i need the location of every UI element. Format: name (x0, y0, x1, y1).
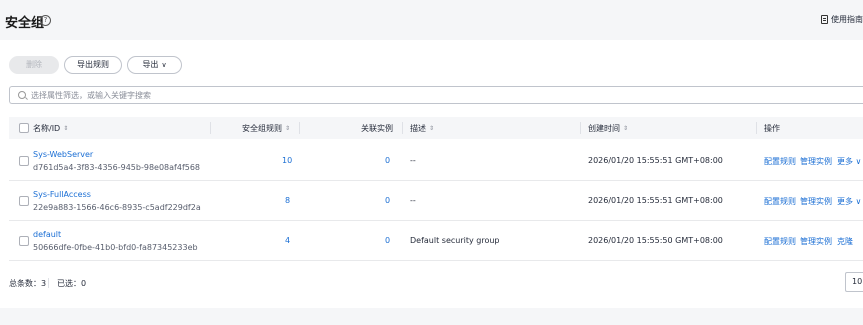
configure-rules-link[interactable]: 配置规则 (764, 236, 796, 247)
manage-instances-link[interactable]: 管理实例 (800, 236, 832, 247)
column-description-label: 描述 (410, 124, 426, 133)
column-created-label: 创建时间 (588, 124, 620, 133)
select-all-checkbox[interactable] (19, 123, 29, 133)
footer-divider (48, 278, 49, 288)
column-instances-label: 关联实例 (361, 124, 393, 133)
security-group-panel: 删除 导出规则 导出 ∨ 选择属性筛选，或输入关键字搜索 名称/ID ⇕ 安全组规则… (0, 40, 863, 308)
description-text: -- (410, 196, 416, 205)
instances-count-link[interactable]: 0 (385, 236, 390, 245)
created-time: 2026/01/20 15:55:50 GMT+08:00 (588, 236, 723, 245)
column-name-label: 名称/ID (33, 124, 61, 133)
column-header-instances: 关联实例 (361, 123, 393, 134)
security-group-id: d761d5a4-3f83-4356-945b-98e08af4f568 (33, 163, 201, 172)
column-header-created[interactable]: 创建时间 ⇕ (588, 123, 628, 134)
total-count: 总条数：3 (9, 279, 47, 288)
sort-icon[interactable]: ⇕ (285, 125, 290, 131)
manage-instances-link[interactable]: 管理实例 (800, 156, 832, 167)
security-group-name-link[interactable]: Sys-FullAccess (33, 190, 91, 199)
security-group-id: 22e9a883-1566-46c6-8935-c5adf229df2a (33, 203, 201, 212)
column-header-description[interactable]: 描述 ⇕ (410, 123, 434, 134)
created-time: 2026/01/20 15:55:51 GMT+08:00 (588, 156, 723, 165)
more-actions-dropdown[interactable]: 更多 ∨ (837, 196, 861, 207)
page-title: 安全组 (5, 16, 45, 31)
sort-icon[interactable]: ⇕ (429, 125, 434, 131)
rules-count-link[interactable]: 8 (285, 196, 290, 205)
more-actions-dropdown[interactable]: 更多 ∨ (837, 156, 861, 167)
document-icon (821, 15, 828, 24)
column-divider (402, 122, 403, 134)
row-checkbox[interactable] (19, 236, 29, 246)
clone-link[interactable]: 克隆 (837, 236, 853, 247)
selected-count: 已选：0 (57, 279, 87, 288)
question-circle-icon[interactable]: ? (40, 15, 51, 26)
row-checkbox[interactable] (19, 156, 29, 166)
column-header-name[interactable]: 名称/ID ⇕ (33, 123, 68, 134)
export-label: 导出 (142, 60, 159, 69)
rules-count-link[interactable]: 10 (282, 156, 292, 165)
export-rules-button[interactable]: 导出规则 (64, 56, 122, 74)
configure-rules-link[interactable]: 配置规则 (764, 156, 796, 167)
table-row: Sys-WebServer d761d5a4-3f83-4356-945b-98… (9, 141, 863, 181)
rules-count-link[interactable]: 4 (285, 236, 290, 245)
sort-icon[interactable]: ⇕ (63, 125, 68, 131)
configure-rules-link[interactable]: 配置规则 (764, 196, 796, 207)
row-checkbox[interactable] (19, 196, 29, 206)
table-row: default 50666dfe-0fbe-41b0-bfd0-fa873452… (9, 221, 863, 261)
created-time: 2026/01/20 15:55:51 GMT+08:00 (588, 196, 723, 205)
column-rules-label: 安全组规则 (242, 124, 282, 133)
search-icon (18, 91, 26, 99)
column-divider (299, 122, 300, 134)
column-divider (210, 122, 211, 134)
export-dropdown-button[interactable]: 导出 ∨ (127, 56, 182, 74)
page-header: 安全组 ? 使用指南 (0, 0, 863, 40)
security-group-name-link[interactable]: Sys-WebServer (33, 150, 93, 159)
table-header: 名称/ID ⇕ 安全组规则 ⇕ 关联实例 描述 ⇕ 创建时间 ⇕ 操作 (9, 117, 863, 139)
column-header-rules[interactable]: 安全组规则 ⇕ (242, 123, 290, 134)
page-size-select[interactable]: 10 (845, 272, 863, 292)
search-placeholder: 选择属性筛选，或输入关键字搜索 (31, 91, 151, 100)
table-row: Sys-FullAccess 22e9a883-1566-46c6-8935-c… (9, 181, 863, 221)
security-group-id: 50666dfe-0fbe-41b0-bfd0-fa87345233eb (33, 243, 198, 252)
delete-button[interactable]: 删除 (9, 56, 59, 74)
manage-instances-link[interactable]: 管理实例 (800, 196, 832, 207)
security-group-name-link[interactable]: default (33, 230, 61, 239)
instances-count-link[interactable]: 0 (385, 156, 390, 165)
chevron-down-icon: ∨ (161, 61, 167, 69)
column-header-actions: 操作 (764, 123, 780, 134)
instances-count-link[interactable]: 0 (385, 196, 390, 205)
column-divider (756, 122, 757, 134)
sort-icon[interactable]: ⇕ (623, 125, 628, 131)
column-actions-label: 操作 (764, 124, 780, 133)
search-filter-input[interactable]: 选择属性筛选，或输入关键字搜索 (9, 86, 863, 104)
user-guide-link[interactable]: 使用指南 (821, 14, 863, 25)
description-text: Default security group (410, 236, 500, 245)
column-divider (580, 122, 581, 134)
description-text: -- (410, 156, 416, 165)
user-guide-label: 使用指南 (831, 15, 863, 24)
